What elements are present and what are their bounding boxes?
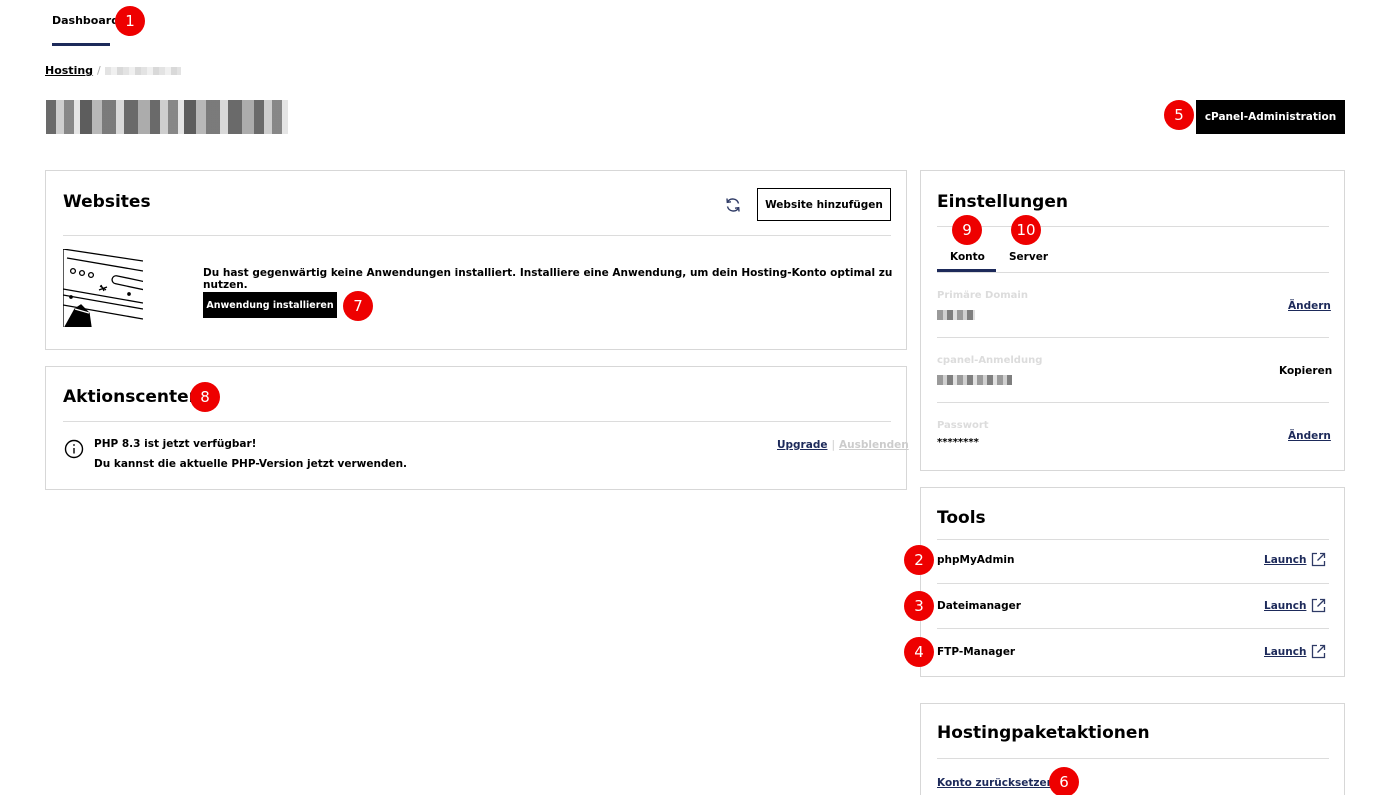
notice-actions-separator: | [831, 439, 836, 451]
marker-4: 4 [904, 637, 934, 667]
action-center-divider [63, 421, 891, 422]
external-link-icon[interactable] [1310, 597, 1327, 614]
websites-title: Websites [63, 192, 151, 212]
tool-phpmyadmin: phpMyAdmin [937, 554, 1015, 566]
marker-9: 9 [952, 215, 982, 245]
tools-card: Tools phpMyAdmin Launch Dateimanager Lau… [920, 487, 1345, 677]
package-actions-card: Hostingpaketaktionen Konto zurücksetzen [920, 703, 1345, 795]
action-center-card: Aktionscenter PHP 8.3 ist jetzt verfügba… [45, 366, 909, 490]
marker-6: 6 [1049, 767, 1079, 795]
launch-dateimanager-link[interactable]: Launch [1264, 600, 1306, 612]
marker-3: 3 [904, 591, 934, 621]
breadcrumb-current-redacted [104, 66, 181, 75]
php-notice-title: PHP 8.3 ist jetzt verfügbar! [94, 438, 257, 450]
package-actions-title: Hostingpaketaktionen [937, 723, 1150, 743]
settings-row-divider-2 [937, 402, 1329, 403]
install-application-button[interactable]: Anwendung installieren [203, 292, 337, 318]
hide-link[interactable]: Ausblenden [839, 439, 909, 451]
settings-title: Einstellungen [937, 192, 1068, 212]
primary-domain-value-redacted [937, 310, 975, 320]
cpanel-login-value-redacted [937, 375, 1012, 385]
package-actions-divider [937, 758, 1329, 759]
tab-server[interactable]: Server [1009, 251, 1048, 263]
external-link-icon[interactable] [1310, 643, 1327, 660]
refresh-icon[interactable] [724, 196, 742, 214]
tool-ftp-manager: FTP-Manager [937, 646, 1016, 658]
copy-login-button[interactable]: Kopieren [1279, 365, 1332, 377]
primary-domain-label: Primäre Domain [937, 290, 1028, 301]
php-notice-body: Du kannst die aktuelle PHP-Version jetzt… [94, 458, 408, 470]
marker-1: 1 [115, 6, 145, 36]
marker-10: 10 [1011, 215, 1041, 245]
breadcrumb: Hosting / [45, 64, 181, 77]
marker-7: 7 [343, 291, 373, 321]
tab-konto[interactable]: Konto [950, 251, 985, 263]
change-password-link[interactable]: Ändern [1288, 430, 1331, 442]
settings-card: Einstellungen Konto Server Primäre Domai… [920, 170, 1345, 471]
settings-row-divider-1 [937, 337, 1329, 338]
reset-account-link[interactable]: Konto zurücksetzen [937, 777, 1054, 789]
no-apps-message: Du hast gegenwärtig keine Anwendungen in… [203, 267, 893, 291]
tab-dashboard[interactable]: Dashboard [52, 14, 119, 27]
external-link-icon[interactable] [1310, 551, 1327, 568]
settings-tabs-divider [937, 272, 1329, 273]
websites-divider [63, 235, 891, 236]
marker-2: 2 [904, 545, 934, 575]
upgrade-link[interactable]: Upgrade [777, 439, 827, 451]
tools-title-divider [937, 539, 1329, 540]
change-domain-link[interactable]: Ändern [1288, 300, 1331, 312]
password-label: Passwort [937, 420, 989, 431]
settings-title-divider [937, 226, 1329, 227]
launch-phpmyadmin-link[interactable]: Launch [1264, 554, 1306, 566]
tools-title: Tools [937, 508, 986, 528]
breadcrumb-separator: / [97, 64, 101, 77]
websites-card: Websites Website hinzufügen Du hast gege… [45, 170, 907, 350]
notice-actions: Upgrade | Ausblenden [777, 439, 909, 451]
launch-ftp-manager-link[interactable]: Launch [1264, 646, 1306, 658]
password-value: ******** [937, 437, 979, 448]
marker-8: 8 [190, 382, 220, 412]
cpanel-login-label: cpanel-Anmeldung [937, 355, 1043, 366]
add-website-button[interactable]: Website hinzufügen [757, 188, 891, 221]
breadcrumb-hosting-link[interactable]: Hosting [45, 64, 93, 77]
action-center-title: Aktionscenter [63, 387, 198, 407]
tab-dashboard-underline [52, 43, 110, 46]
tools-row-divider-1 [937, 583, 1329, 584]
page-title-redacted [46, 100, 288, 134]
marker-5: 5 [1164, 100, 1194, 130]
cpanel-administration-button[interactable]: cPanel-Administration [1196, 100, 1345, 134]
tool-dateimanager: Dateimanager [937, 600, 1021, 612]
tools-row-divider-2 [937, 628, 1329, 629]
empty-apps-illustration [62, 248, 151, 328]
info-icon [64, 439, 84, 459]
